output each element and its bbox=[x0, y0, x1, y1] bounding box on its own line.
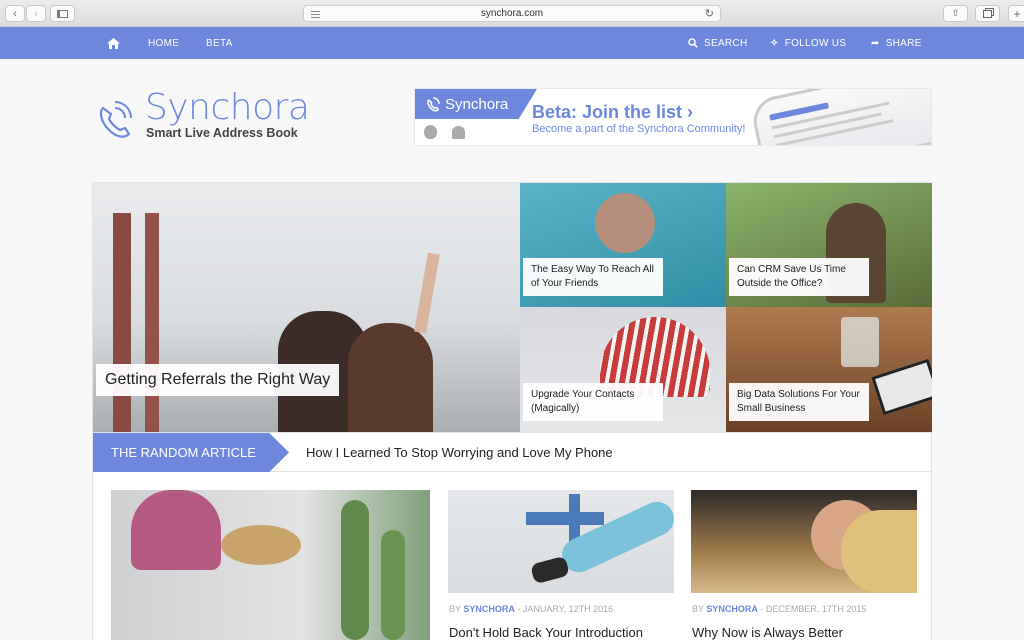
browser-toolbar: ‹ › synchora.com ↻ ⇧ + bbox=[0, 0, 1024, 27]
nav-beta-label: BETA bbox=[206, 37, 233, 49]
plus-icon: + bbox=[1013, 6, 1021, 21]
sidebar-icon bbox=[57, 9, 68, 18]
back-button[interactable]: ‹ bbox=[5, 5, 25, 22]
meta-date: - JANUARY, 12TH 2016 bbox=[517, 604, 614, 614]
sidebar-toggle-button[interactable] bbox=[50, 5, 75, 22]
article-meta-1: BY SYNCHORA - JANUARY, 12TH 2016 bbox=[449, 604, 613, 614]
featured-tile-4-title: Big Data Solutions For Your Small Busine… bbox=[729, 383, 869, 421]
nav-home-icon-link[interactable] bbox=[107, 27, 120, 59]
reload-icon[interactable]: ↻ bbox=[705, 7, 714, 20]
nav-share-label: SHARE bbox=[885, 37, 922, 49]
cactus bbox=[381, 530, 405, 640]
featured-tile-3[interactable]: Upgrade Your Contacts (Magically) bbox=[520, 307, 726, 432]
tabs-icon bbox=[983, 9, 992, 18]
meta-author[interactable]: SYNCHORA bbox=[706, 604, 758, 614]
site-nav: HOME BETA SEARCH ✧ FOLLOW US ➦ SHARE bbox=[0, 27, 1024, 59]
share-icon: ⇧ bbox=[951, 8, 960, 18]
share-browser-button[interactable]: ⇧ bbox=[943, 5, 968, 22]
chevron-right-icon: › bbox=[34, 7, 38, 20]
featured-tile-4[interactable]: Big Data Solutions For Your Small Busine… bbox=[726, 307, 932, 432]
new-tab-button[interactable]: + bbox=[1008, 5, 1024, 22]
share-arrow-icon: ➦ bbox=[871, 37, 880, 49]
home-icon bbox=[107, 37, 120, 49]
article-title-1[interactable]: Don't Hold Back Your Introduction bbox=[449, 625, 643, 640]
person-headwrap bbox=[131, 490, 221, 570]
glass bbox=[841, 317, 879, 367]
person-right bbox=[348, 323, 433, 432]
article-image-large[interactable] bbox=[111, 490, 430, 640]
meta-by: BY bbox=[449, 604, 461, 614]
featured-main[interactable]: Getting Referrals the Right Way bbox=[93, 183, 520, 432]
shoe bbox=[530, 555, 570, 585]
banner-headline: Beta: Join the list › bbox=[532, 102, 694, 122]
nav-item-beta[interactable]: BETA bbox=[206, 27, 233, 59]
featured-tile-2[interactable]: Can CRM Save Us Time Outside the Office? bbox=[726, 183, 932, 307]
article-image-2[interactable] bbox=[691, 490, 917, 593]
cactus bbox=[341, 500, 369, 640]
android-icon bbox=[452, 126, 465, 139]
logo-title: Synchora bbox=[145, 87, 310, 128]
banner-subline: Become a part of the Synchora Community! bbox=[532, 123, 746, 135]
article-meta-2: BY SYNCHORA - DECEMBER, 17TH 2015 bbox=[692, 604, 866, 614]
random-article-bar: THE RANDOM ARTICLE How I Learned To Stop… bbox=[92, 432, 932, 472]
swimmer-face bbox=[595, 193, 655, 253]
site-logo[interactable]: Synchora Smart Live Address Book bbox=[93, 88, 323, 144]
twitter-icon: ✧ bbox=[770, 37, 779, 49]
bridge-tower bbox=[113, 213, 131, 432]
bridge-tower bbox=[145, 213, 159, 432]
featured-main-title: Getting Referrals the Right Way bbox=[96, 364, 340, 396]
featured-tile-2-title: Can CRM Save Us Time Outside the Office? bbox=[729, 258, 869, 296]
meta-author[interactable]: SYNCHORA bbox=[463, 604, 515, 614]
article-title-2[interactable]: Why Now is Always Better bbox=[692, 625, 843, 640]
meta-date: - DECEMBER, 17TH 2015 bbox=[760, 604, 867, 614]
raised-arm bbox=[414, 252, 440, 334]
featured-tile-1[interactable]: The Easy Way To Reach All of Your Friend… bbox=[520, 183, 726, 307]
banner-tab: Synchora bbox=[415, 89, 537, 119]
forward-button[interactable]: › bbox=[26, 5, 46, 22]
nav-home-label: HOME bbox=[148, 37, 180, 49]
article-list: BY SYNCHORA - JANUARY, 12TH 2016 Don't H… bbox=[92, 472, 932, 640]
nav-search[interactable]: SEARCH bbox=[688, 27, 747, 59]
apple-icon bbox=[424, 125, 437, 139]
hair bbox=[841, 510, 917, 593]
nav-share[interactable]: ➦ SHARE bbox=[871, 27, 922, 59]
phone-logo-icon bbox=[99, 101, 132, 138]
search-icon bbox=[688, 38, 698, 48]
reader-icon bbox=[311, 11, 320, 20]
featured-grid: Getting Referrals the Right Way The Easy… bbox=[92, 182, 932, 432]
tabs-button[interactable] bbox=[975, 5, 1000, 22]
phone-logo-icon bbox=[427, 97, 440, 112]
nav-follow[interactable]: ✧ FOLLOW US bbox=[770, 27, 846, 59]
random-article-link[interactable]: How I Learned To Stop Worrying and Love … bbox=[306, 445, 613, 460]
word-tiles bbox=[526, 512, 604, 525]
banner-tab-label: Synchora bbox=[445, 95, 509, 113]
url-text: synchora.com bbox=[480, 8, 544, 19]
nav-search-label: SEARCH bbox=[704, 37, 748, 49]
random-article-tag: THE RANDOM ARTICLE bbox=[93, 433, 289, 472]
nav-item-home[interactable]: HOME bbox=[148, 27, 179, 59]
chevron-left-icon: ‹ bbox=[13, 7, 17, 20]
featured-tile-3-title: Upgrade Your Contacts (Magically) bbox=[523, 383, 663, 421]
address-bar[interactable]: synchora.com ↻ bbox=[303, 5, 721, 22]
nav-follow-label: FOLLOW US bbox=[784, 37, 847, 49]
featured-tile-1-title: The Easy Way To Reach All of Your Friend… bbox=[523, 258, 663, 296]
logo-subtitle: Smart Live Address Book bbox=[146, 126, 298, 140]
meta-by: BY bbox=[692, 604, 704, 614]
person-hat bbox=[221, 525, 301, 565]
beta-banner[interactable]: Synchora Beta: Join the list › Become a … bbox=[414, 88, 932, 146]
banner-phone-image bbox=[748, 89, 931, 145]
article-image-1[interactable] bbox=[448, 490, 674, 593]
tablet bbox=[871, 358, 932, 416]
